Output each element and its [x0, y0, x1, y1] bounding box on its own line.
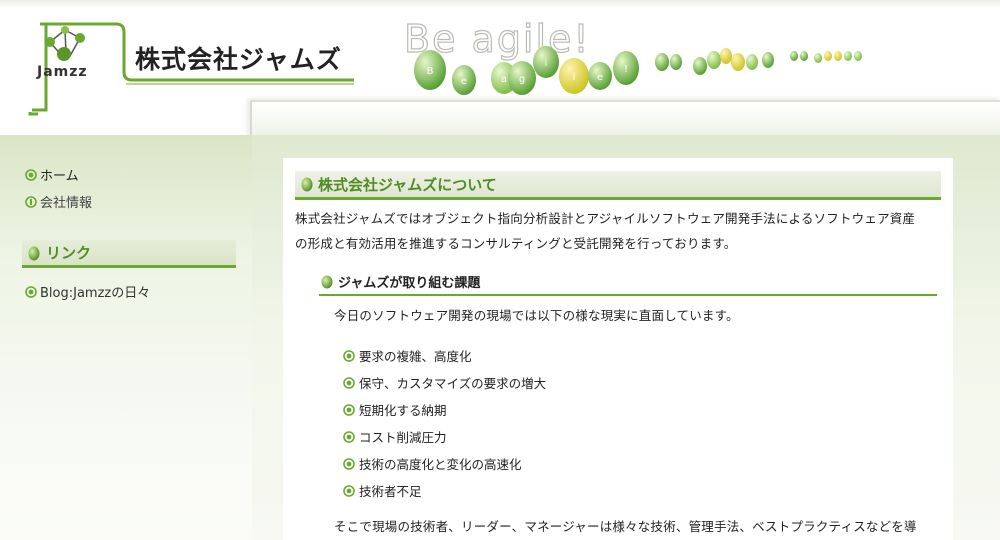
circle-bullet-icon	[343, 376, 355, 389]
list-item-label: 技術の高度化と変化の高速化	[359, 457, 522, 472]
sidebar-item-company-info[interactable]: 会社情報	[25, 192, 92, 211]
egg-icon	[731, 53, 745, 71]
sidebar: ホーム 会社情報 リンク Blog:Jamzzの日々	[0, 135, 252, 540]
egg-icon	[814, 53, 822, 63]
egg-letter: i	[545, 58, 548, 69]
logo-text: Jamzz	[37, 64, 88, 80]
be-agile-banner: Be agile! Be a gil e!	[403, 18, 862, 95]
circle-bullet-icon	[343, 430, 355, 443]
intro-line: 株式会社ジャムズではオブジェクト指向分析設計とアジャイルソフトウェア開発手法によ…	[295, 211, 916, 226]
egg-letter: a	[501, 74, 507, 85]
egg-icon	[655, 53, 669, 71]
circle-bullet-icon	[343, 403, 355, 416]
list-item: 要求の複雑、高度化	[343, 342, 546, 369]
sub-heading: ジャムズが取り組む課題	[319, 268, 937, 296]
sidebar-item-blog[interactable]: Blog:Jamzzの日々	[25, 282, 150, 301]
sidebar-item-home[interactable]: ホーム	[25, 165, 79, 184]
sidebar-item-label: ホーム	[40, 169, 79, 184]
egg-icon	[746, 54, 758, 70]
list-item: コスト削減圧力	[343, 423, 546, 450]
egg-icon	[28, 245, 40, 261]
section-heading: 株式会社ジャムズについて	[295, 171, 941, 200]
content-top-frame	[250, 100, 1000, 138]
circle-bullet-icon	[25, 168, 37, 181]
list-item-label: 短期化する納期	[359, 403, 447, 418]
challenge-intro: 今日のソフトウェア開発の現場では以下の様な現実に直面しています。	[334, 308, 739, 323]
circle-bullet-icon	[25, 285, 37, 298]
list-item-label: 保守、カスタマイズの要求の増大	[359, 376, 547, 391]
egg-icon	[321, 274, 333, 289]
circle-bullet-icon	[343, 457, 355, 470]
closing-paragraph: そこで現場の技術者、リーダー、マネージャーは様々な技術、管理手法、ベストプラクテ…	[334, 519, 917, 534]
egg-letter: l	[573, 72, 576, 83]
egg-icon	[693, 57, 707, 75]
egg-letter: !	[624, 64, 628, 75]
egg-letter: B	[427, 66, 434, 77]
egg-letter: e	[461, 76, 467, 87]
main-content: 株式会社ジャムズについて 株式会社ジャムズではオブジェクト指向分析設計とアジャイ…	[283, 158, 953, 540]
intro-line: の形成と有効活用を推進するコンサルティングと受託開発を行っております。	[295, 236, 737, 251]
list-item: 技術者不足	[343, 477, 546, 504]
egg-icon	[707, 51, 721, 69]
egg-icon	[834, 51, 842, 61]
site-header: Jamzz 株式会社ジャムズ Be agile! Be a g i l e!	[0, 0, 1000, 138]
sidebar-item-label: Blog:Jamzzの日々	[40, 286, 151, 301]
links-heading-label: リンク	[46, 244, 92, 262]
egg-icon	[301, 176, 313, 192]
section-title: 株式会社ジャムズについて	[318, 175, 497, 194]
egg-letter: e	[597, 72, 603, 83]
egg-icon	[800, 51, 808, 61]
list-item-label: 要求の複雑、高度化	[359, 349, 472, 364]
egg-letter: g	[519, 74, 525, 85]
logo-molecule-icon	[45, 26, 85, 61]
intro-paragraph: 株式会社ジャムズではオブジェクト指向分析設計とアジャイルソフトウェア開発手法によ…	[295, 206, 947, 256]
egg-icon	[670, 54, 682, 70]
list-item: 技術の高度化と変化の高速化	[343, 450, 546, 477]
egg-icon	[762, 52, 774, 68]
links-heading: リンク	[22, 240, 236, 268]
list-item-label: コスト削減圧力	[359, 430, 447, 445]
egg-icon	[824, 51, 832, 61]
egg-icon	[790, 51, 798, 61]
circle-bullet-icon	[343, 349, 355, 362]
sidebar-item-label: 会社情報	[40, 196, 93, 211]
egg-icon	[844, 51, 852, 61]
circle-bullet-icon	[343, 484, 355, 497]
info-bullet-icon	[25, 195, 37, 208]
list-item: 保守、カスタマイズの要求の増大	[343, 369, 546, 396]
egg-icon	[854, 51, 862, 61]
company-name[interactable]: 株式会社ジャムズ	[135, 40, 342, 76]
list-item: 短期化する納期	[343, 396, 546, 423]
sub-title: ジャムズが取り組む課題	[338, 275, 481, 291]
issue-list: 要求の複雑、高度化 保守、カスタマイズの要求の増大 短期化する納期 コスト削減圧…	[343, 342, 546, 504]
egg-icon	[720, 48, 732, 64]
list-item-label: 技術者不足	[359, 484, 422, 499]
